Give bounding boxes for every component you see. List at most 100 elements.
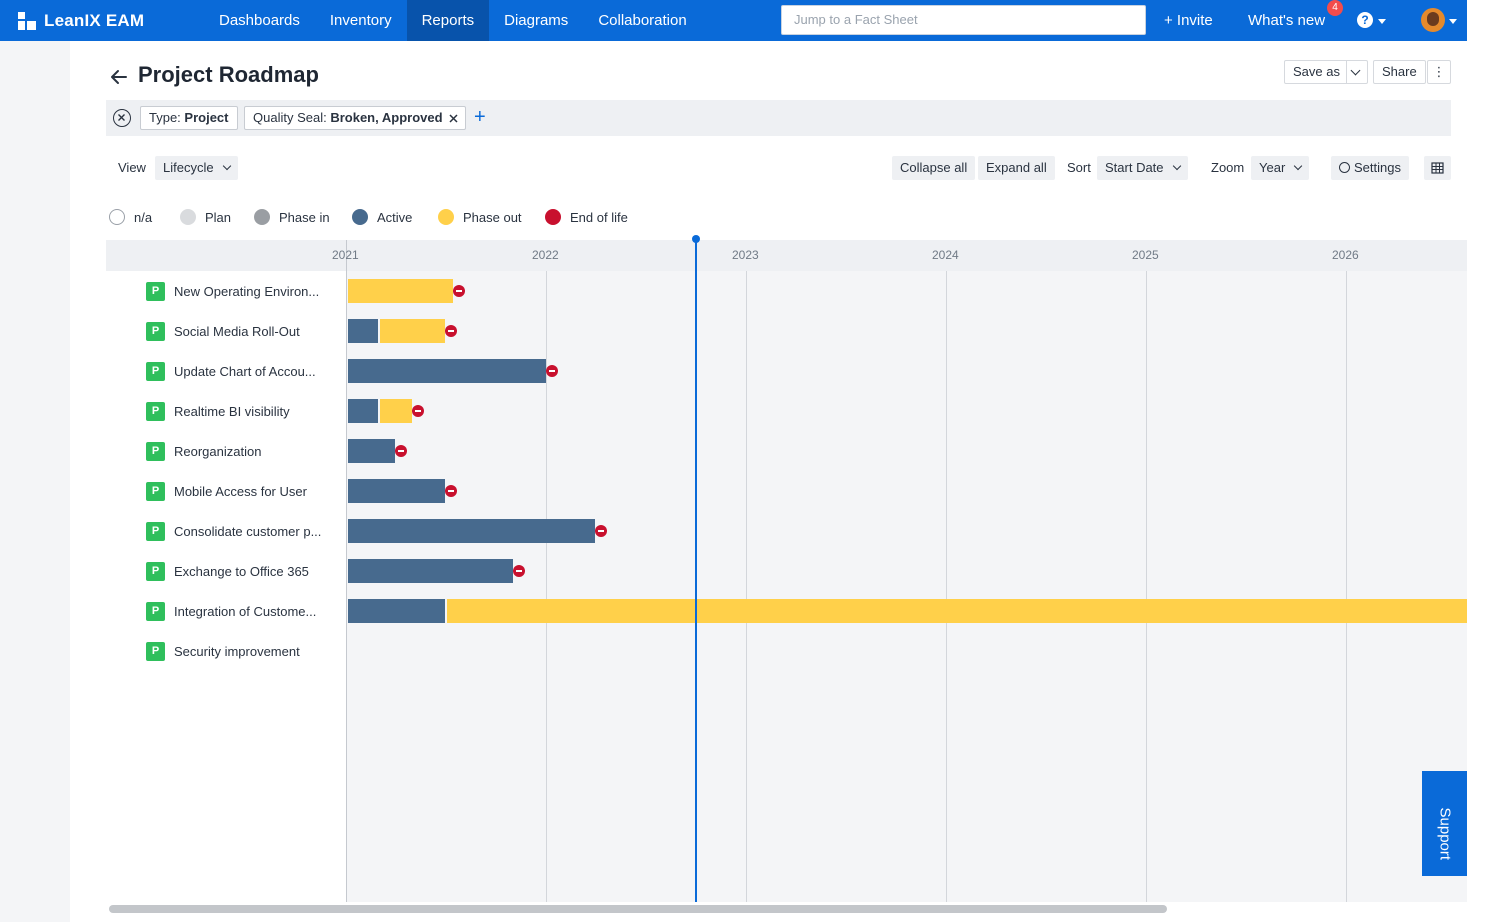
filter-chip-type[interactable]: Type: Project <box>140 106 238 130</box>
lifecycle-bar-active[interactable] <box>348 599 445 623</box>
legend-label: n/a <box>134 209 153 225</box>
legend-swatch <box>254 209 270 225</box>
support-label: Support <box>1436 807 1454 861</box>
gear-icon <box>1339 162 1350 173</box>
user-avatar[interactable] <box>1421 8 1445 32</box>
brand-name: LeanIX EAM <box>44 10 145 30</box>
lifecycle-bar-active[interactable] <box>348 399 379 423</box>
lifecycle-bar-active[interactable] <box>348 359 546 383</box>
help-icon[interactable]: ? <box>1357 12 1373 28</box>
view-select[interactable]: Lifecycle <box>155 156 238 180</box>
filter-chip-value: Broken, Approved <box>330 110 443 125</box>
zoom-select[interactable]: Year <box>1251 156 1310 180</box>
collapse-all-button[interactable]: Collapse all <box>892 156 976 180</box>
roadmap-row-label[interactable]: P Update Chart of Accou... <box>146 361 316 381</box>
back-arrow-icon[interactable] <box>108 66 130 88</box>
chevron-down-icon <box>222 161 231 171</box>
lifecycle-bar-active[interactable] <box>348 319 379 343</box>
user-menu-caret-icon[interactable] <box>1449 19 1457 24</box>
project-badge-icon: P <box>146 481 165 501</box>
end-of-life-icon[interactable] <box>512 565 525 577</box>
help-caret-icon[interactable] <box>1378 19 1386 24</box>
lifecycle-bar-active[interactable] <box>348 559 513 583</box>
lifecycle-bar-phase-out[interactable] <box>348 279 453 303</box>
chevron-down-icon <box>1172 161 1181 171</box>
project-name: Social Media Roll-Out <box>174 323 300 339</box>
legend-item-active: Active <box>352 209 412 225</box>
support-button[interactable]: Support <box>1422 771 1467 876</box>
project-name: Integration of Custome... <box>174 603 317 619</box>
horizontal-scrollbar-thumb[interactable] <box>109 905 1167 913</box>
nav-inventory[interactable]: Inventory <box>315 0 407 41</box>
end-of-life-icon[interactable] <box>444 485 457 497</box>
top-navigation-bar: LeanIX EAM Dashboards Inventory Reports … <box>0 0 1467 41</box>
view-select-value: Lifecycle <box>163 160 214 175</box>
roadmap-row-label[interactable]: P Realtime BI visibility <box>146 401 290 421</box>
project-badge-icon: P <box>146 641 165 661</box>
roadmap-row-label[interactable]: P New Operating Environ... <box>146 281 319 301</box>
nav-collaboration[interactable]: Collaboration <box>583 0 701 41</box>
lifecycle-bar-active[interactable] <box>348 519 596 543</box>
save-as-dropdown-icon[interactable] <box>1350 65 1361 76</box>
end-of-life-icon[interactable] <box>452 285 465 297</box>
zoom-label: Zoom <box>1211 160 1245 175</box>
roadmap-row-label[interactable]: P Exchange to Office 365 <box>146 561 309 581</box>
brand[interactable]: LeanIX EAM <box>0 0 204 41</box>
roadmap-row-label[interactable]: P Mobile Access for User <box>146 481 307 501</box>
legend-label: Plan <box>205 209 232 225</box>
settings-button[interactable]: Settings <box>1331 156 1409 180</box>
share-button[interactable]: Share <box>1373 60 1426 84</box>
end-of-life-icon[interactable] <box>444 325 457 337</box>
lifecycle-bar-active[interactable] <box>348 479 445 503</box>
add-filter-button[interactable]: + <box>474 105 486 129</box>
roadmap-row-label[interactable]: P Reorganization <box>146 441 261 461</box>
filter-chip-value: Project <box>184 110 229 125</box>
invite-button[interactable]: + Invite <box>1164 0 1213 41</box>
today-marker-dot <box>691 235 700 243</box>
year-gridline <box>1146 271 1147 902</box>
legend-label: End of life <box>570 209 628 225</box>
whats-new-label: What's new <box>1248 12 1326 29</box>
project-badge-icon: P <box>146 441 165 461</box>
project-badge-icon: P <box>146 361 165 381</box>
year-gridline <box>746 271 747 902</box>
nav-diagrams[interactable]: Diagrams <box>489 0 583 41</box>
project-badge-icon: P <box>146 281 165 301</box>
more-options-icon[interactable]: ⋮ <box>1427 60 1451 84</box>
roadmap-row-label[interactable]: P Social Media Roll-Out <box>146 321 300 341</box>
project-name: Reorganization <box>174 443 262 459</box>
whats-new-button[interactable]: What's new 4 <box>1248 0 1343 41</box>
project-name: Realtime BI visibility <box>174 403 290 419</box>
lifecycle-bar-phase-out[interactable] <box>380 399 412 423</box>
legend-swatch <box>109 209 125 225</box>
end-of-life-icon[interactable] <box>546 365 558 377</box>
roadmap-row-label[interactable]: P Consolidate customer p... <box>146 521 321 541</box>
legend-item-phase-out: Phase out <box>438 209 522 225</box>
save-as-button[interactable]: Save as <box>1293 61 1340 83</box>
fact-sheet-search-input[interactable]: Jump to a Fact Sheet <box>781 5 1146 35</box>
clear-filters-icon[interactable] <box>113 109 131 127</box>
settings-label: Settings <box>1354 160 1401 175</box>
legend-swatch <box>180 209 196 225</box>
legend-item-end-of-life: End of life <box>545 209 628 225</box>
expand-all-button[interactable]: Expand all <box>978 156 1055 180</box>
sort-select[interactable]: Start Date <box>1097 156 1188 180</box>
lifecycle-bar-phase-out[interactable] <box>380 319 445 343</box>
filter-chip-quality-seal[interactable]: Quality Seal: Broken, Approved <box>244 106 466 130</box>
nav-dashboards[interactable]: Dashboards <box>204 0 315 41</box>
nav-reports[interactable]: Reports <box>406 0 490 41</box>
year-tick-label: 2024 <box>932 248 959 262</box>
roadmap-row-label[interactable]: P Security improvement <box>146 641 300 661</box>
project-name: New Operating Environ... <box>174 283 320 299</box>
legend-swatch <box>545 209 561 225</box>
remove-filter-icon[interactable] <box>449 114 458 123</box>
legend-item-phase-in: Phase in <box>254 209 330 225</box>
lifecycle-bar-phase-out[interactable] <box>446 599 1467 623</box>
page-title: Project Roadmap <box>138 62 319 87</box>
end-of-life-icon[interactable] <box>411 405 424 417</box>
table-view-icon[interactable] <box>1424 156 1451 180</box>
lifecycle-bar-active[interactable] <box>348 439 396 463</box>
roadmap-row-label[interactable]: P Integration of Custome... <box>146 601 316 621</box>
filter-chip-key: Quality Seal: <box>253 110 327 125</box>
year-tick-label: 2026 <box>1332 248 1359 262</box>
